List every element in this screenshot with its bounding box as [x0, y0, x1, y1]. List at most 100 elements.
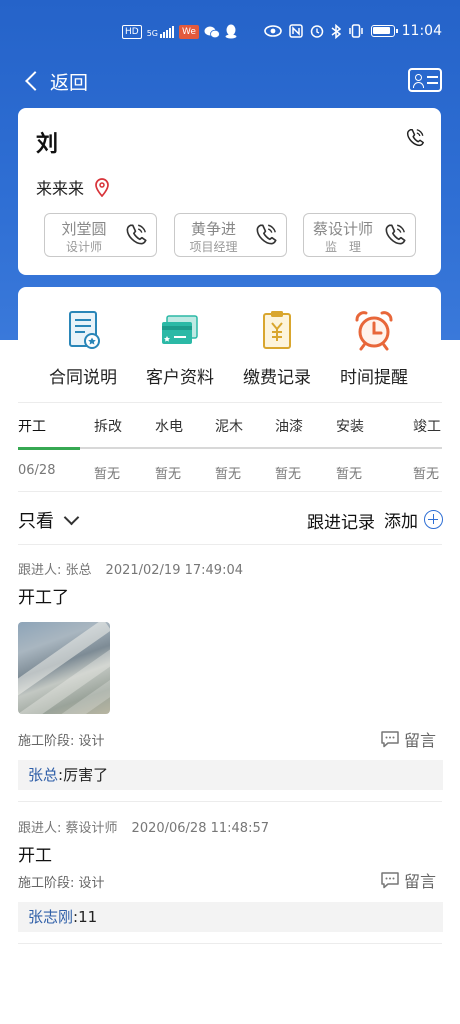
feature-reminder[interactable]: 时间提醒 [329, 309, 419, 388]
nfc-icon [288, 24, 303, 38]
stage-tab-nimu[interactable]: 泥木 [215, 416, 243, 436]
payment-icon [263, 311, 291, 349]
comment-item: 张志刚:11 [18, 902, 443, 932]
comment-icon [381, 731, 399, 748]
divider [18, 491, 442, 492]
weibo-icon: We [179, 24, 199, 39]
staff-role: 设计师 [65, 240, 102, 254]
back-label: 返回 [50, 71, 89, 94]
record-meta: 跟进人: 张总 2021/02/19 17:49:04 [18, 559, 243, 578]
phone-icon [126, 224, 147, 245]
feature-label: 客户资料 [146, 368, 214, 388]
stage-date: 暂无 [275, 467, 302, 482]
record-time: 2021/02/19 17:49:04 [105, 563, 243, 578]
message-label: 留言 [404, 872, 437, 891]
staff-name: 蔡设计师 [312, 220, 373, 238]
stage-tab-jungong[interactable]: 竣工 [413, 416, 441, 436]
status-time: 11:04 [401, 23, 442, 39]
staff-name: 黄争进 [190, 220, 236, 238]
comment-text: :11 [73, 908, 98, 926]
comment-user[interactable]: 张志刚 [28, 908, 73, 926]
address-text: 来来来 [36, 179, 85, 198]
phone-icon [385, 224, 406, 245]
alarm-clock-icon [355, 311, 393, 351]
feature-label: 缴费记录 [243, 368, 311, 388]
feature-contract[interactable]: 合同说明 [38, 309, 128, 388]
staff-designer[interactable]: 刘堂圆 设计师 [44, 213, 157, 257]
plus-circle-icon [424, 510, 443, 529]
battery-icon [370, 25, 398, 37]
signal-icon: 5G [146, 25, 174, 38]
record-stage-info: 施工阶段: 设计 [18, 876, 105, 891]
record-photo[interactable] [18, 622, 110, 714]
divider [18, 544, 442, 545]
bluetooth-icon [331, 23, 341, 39]
stage-tab-shuidian[interactable]: 水电 [155, 416, 183, 436]
comment-item: 张总:厉害了 [18, 760, 443, 790]
comment-user[interactable]: 张总 [28, 766, 58, 784]
follower-name: 蔡设计师 [65, 821, 118, 836]
message-label: 留言 [404, 731, 437, 750]
record-content: 开工 [18, 846, 52, 866]
staff-list: 刘堂圆 设计师 黄争进 项目经理 蔡设计师 监 理 [44, 213, 416, 259]
qq-icon [225, 24, 237, 39]
back-button[interactable]: 返回 [22, 66, 88, 96]
staff-supervisor[interactable]: 蔡设计师 监 理 [303, 213, 416, 257]
divider [18, 801, 442, 802]
record-stage-info: 施工阶段: 设计 [18, 734, 105, 749]
comment-icon [381, 872, 399, 889]
chevron-left-icon [25, 71, 45, 91]
stage-date: 暂无 [215, 467, 242, 482]
status-right: 11:04 [263, 23, 442, 39]
staff-role: 监 理 [324, 240, 361, 254]
staff-role: 项目经理 [189, 240, 238, 254]
feature-label: 合同说明 [49, 368, 117, 388]
phone-icon [256, 224, 277, 245]
message-button[interactable]: 留言 [380, 727, 436, 751]
stage-date: 06/28 [18, 463, 56, 478]
phone-icon[interactable] [404, 127, 426, 149]
stage-tab-youqi[interactable]: 油漆 [275, 416, 303, 436]
follower-name: 张总 [65, 563, 92, 578]
divider [18, 402, 442, 403]
stage-date: 暂无 [413, 467, 440, 482]
follower-label: 跟进人: [18, 563, 62, 578]
add-record-button[interactable]: 添加 [384, 507, 443, 532]
divider [18, 943, 442, 944]
customer-card: 刘 来来来 刘堂圆 设计师 黄争进 项目经理 蔡设计师 监 理 [18, 108, 441, 275]
message-button[interactable]: 留言 [380, 868, 436, 892]
records-title: 跟进记录 [307, 513, 375, 533]
feature-label: 时间提醒 [340, 368, 408, 388]
status-left: HD 5G We [122, 24, 237, 39]
comment-text: :厉害了 [58, 766, 109, 784]
stage-progress-active [18, 446, 80, 450]
feature-card: 合同说明 客户资料 缴费记录 时间提醒 [18, 287, 441, 395]
contract-icon [69, 311, 100, 349]
stage-tab-chaigai[interactable]: 拆改 [94, 416, 122, 436]
location-pin-icon [95, 178, 109, 197]
record-meta: 跟进人: 蔡设计师 2020/06/28 11:48:57 [18, 817, 269, 836]
network-label: 5G [146, 28, 158, 38]
customer-address[interactable]: 来来来 [36, 175, 110, 199]
staff-project-manager[interactable]: 黄争进 项目经理 [173, 213, 287, 257]
filter-dropdown[interactable]: 只看 [18, 507, 80, 533]
stage-tab-anzhuang[interactable]: 安装 [336, 416, 364, 436]
stage-date: 暂无 [155, 467, 182, 482]
add-label: 添加 [384, 512, 418, 532]
eye-icon [263, 25, 282, 37]
customer-name: 刘 [36, 132, 59, 157]
customer-card-icon [162, 315, 198, 344]
hd-icon: HD [122, 24, 142, 39]
staff-name: 刘堂圆 [61, 220, 107, 238]
feature-payment[interactable]: 缴费记录 [232, 309, 322, 388]
stage-date: 暂无 [94, 467, 121, 482]
stage-date: 暂无 [336, 467, 363, 482]
feature-customer-info[interactable]: 客户资料 [135, 309, 225, 388]
chevron-down-icon [63, 509, 80, 525]
stage-tab-kaigong[interactable]: 开工 [18, 416, 46, 436]
alarm-icon [310, 25, 323, 38]
contact-card-icon [415, 74, 422, 81]
contact-card-button[interactable] [408, 68, 442, 92]
filter-label: 只看 [18, 511, 54, 532]
stage-progress-track [18, 446, 442, 450]
